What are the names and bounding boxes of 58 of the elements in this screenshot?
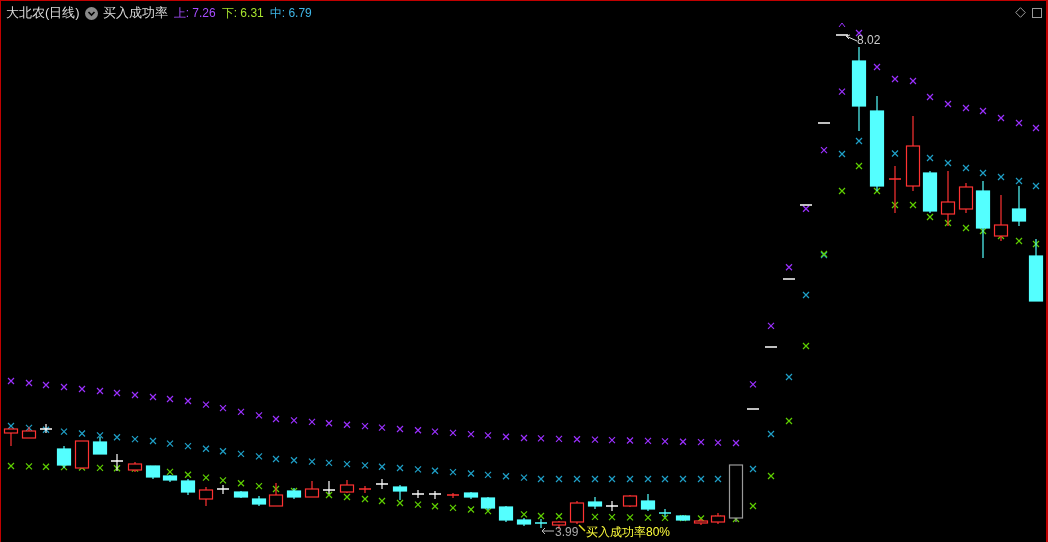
candlestick xyxy=(339,479,355,494)
candlestick xyxy=(516,517,532,527)
candlestick xyxy=(233,490,249,499)
candlestick xyxy=(764,346,778,348)
candlestick xyxy=(746,408,760,410)
candlestick xyxy=(286,487,302,500)
candlestick xyxy=(587,496,603,510)
candlestick xyxy=(411,489,425,499)
candlestick xyxy=(534,518,548,529)
diamond-icon[interactable] xyxy=(1015,7,1026,18)
candlestick xyxy=(358,485,372,494)
candlestick xyxy=(21,426,37,439)
candlestick xyxy=(92,436,108,455)
candlestick xyxy=(39,423,53,434)
indicator-name: 买入成功率 xyxy=(102,4,168,22)
square-icon[interactable] xyxy=(1032,8,1042,18)
chart-title: 大北农(日线) xyxy=(6,4,80,22)
candlestick xyxy=(3,428,19,447)
candlestick xyxy=(940,170,956,227)
candlestick xyxy=(799,204,813,206)
high-arrow-icon xyxy=(845,34,858,42)
low-arrow-icon xyxy=(541,527,555,535)
candlestick xyxy=(1011,185,1027,227)
candlestick xyxy=(446,492,460,499)
candlestick xyxy=(127,461,143,473)
candlestick xyxy=(322,480,336,495)
candlestick xyxy=(817,122,831,124)
candlestick xyxy=(498,505,514,523)
candlestick xyxy=(428,490,442,500)
indicator-value: 下: 6.31 xyxy=(221,4,264,22)
candlestick xyxy=(216,484,230,495)
candlestick xyxy=(375,478,389,490)
indicator-value: 中: 6.79 xyxy=(269,4,312,22)
indicator-value: 上: 7.26 xyxy=(173,4,216,22)
peak-marker-icon xyxy=(838,22,846,28)
high-price-label: 8.02 xyxy=(857,33,881,47)
candlestick xyxy=(622,494,638,508)
candlestick xyxy=(640,493,656,512)
candlestick xyxy=(180,478,196,496)
candlestick xyxy=(198,486,214,507)
candlestick xyxy=(888,165,902,214)
chevron-down-icon[interactable] xyxy=(84,6,98,20)
candlestick xyxy=(605,500,619,512)
candlestick xyxy=(56,445,72,469)
candlestick xyxy=(304,480,320,498)
low-price-label: 3.99 xyxy=(555,525,579,539)
candlestick xyxy=(1028,238,1044,302)
candlestick xyxy=(675,514,691,522)
candlestick xyxy=(728,464,744,523)
candlestick xyxy=(658,508,672,518)
candlestick xyxy=(74,440,90,469)
candlestick xyxy=(392,484,408,501)
candlestick xyxy=(835,34,849,36)
candlestick xyxy=(993,194,1009,242)
candlestick xyxy=(782,278,796,280)
signal-label: 买入成功率80% xyxy=(586,525,671,539)
candlestick xyxy=(110,453,124,472)
candlestick xyxy=(569,500,585,525)
